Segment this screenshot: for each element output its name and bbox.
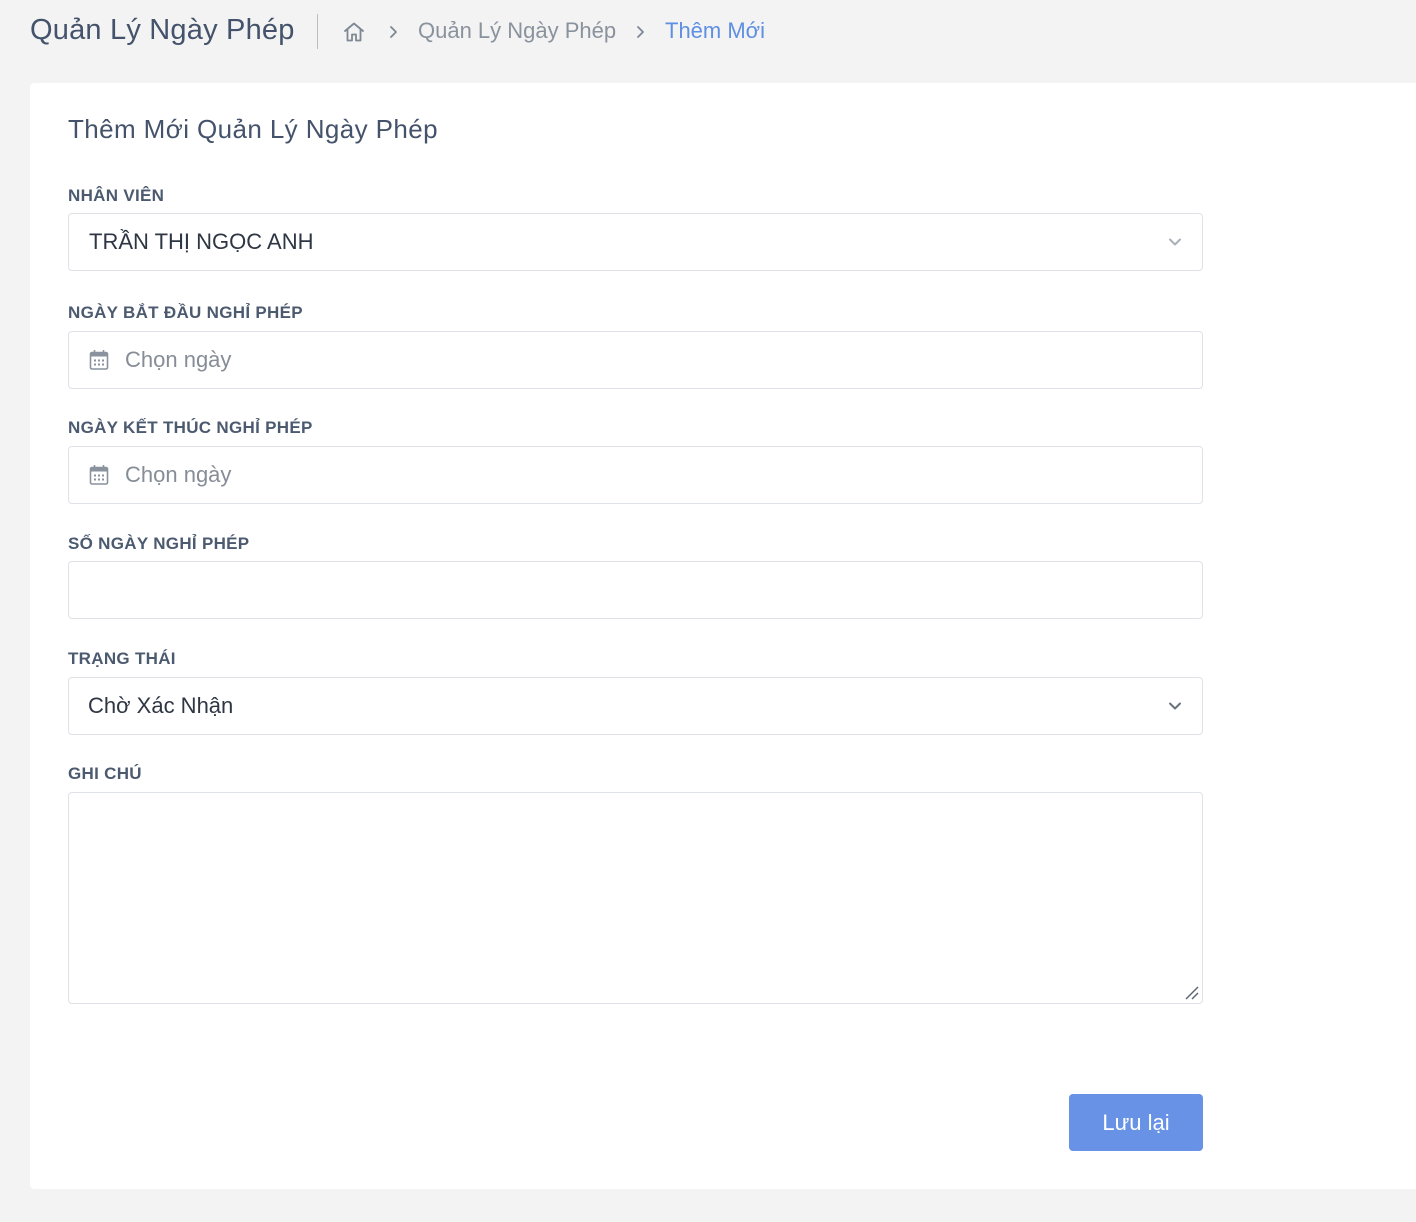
end-date-label: NGÀY KẾT THÚC NGHỈ PHÉP — [68, 418, 313, 437]
resize-handle-icon[interactable] — [1184, 985, 1200, 1001]
breadcrumb-item-list[interactable]: Quản Lý Ngày Phép — [418, 18, 616, 44]
form-card: Thêm Mới Quản Lý Ngày Phép NHÂN VIÊN TRẦ… — [30, 83, 1416, 1189]
employee-select-value: TRẦN THỊ NGỌC ANH — [89, 229, 314, 254]
calendar-icon — [89, 350, 109, 370]
note-textarea[interactable] — [68, 792, 1203, 1004]
start-date-label: NGÀY BẮT ĐẦU NGHỈ PHÉP — [68, 303, 303, 322]
start-date-placeholder: Chọn ngày — [125, 347, 232, 372]
chevron-right-icon — [637, 26, 644, 38]
start-date-picker[interactable]: Chọn ngày — [68, 331, 1203, 389]
calendar-icon — [89, 465, 109, 485]
home-icon[interactable] — [342, 20, 366, 44]
chevron-right-icon — [390, 26, 397, 38]
top-bar: Quản Lý Ngày Phép Quản Lý Ngày Phép Thêm… — [0, 0, 1416, 64]
status-select[interactable]: Chờ Xác Nhận — [68, 677, 1203, 735]
status-select-value: Chờ Xác Nhận — [88, 693, 234, 718]
chevron-down-icon — [1169, 702, 1181, 710]
employee-label: NHÂN VIÊN — [68, 186, 165, 205]
leave-days-label: SỐ NGÀY NGHỈ PHÉP — [68, 534, 250, 553]
end-date-picker[interactable]: Chọn ngày — [68, 446, 1203, 504]
note-label: GHI CHÚ — [68, 764, 142, 783]
save-button[interactable]: Lưu lại — [1069, 1094, 1203, 1151]
header-divider — [317, 14, 318, 49]
page-title: Quản Lý Ngày Phép — [30, 14, 295, 46]
end-date-placeholder: Chọn ngày — [125, 462, 232, 487]
breadcrumb-item-current: Thêm Mới — [665, 18, 765, 43]
form-title: Thêm Mới Quản Lý Ngày Phép — [68, 114, 438, 144]
status-label: TRẠNG THÁI — [68, 649, 176, 668]
employee-select[interactable]: TRẦN THỊ NGỌC ANH — [68, 213, 1203, 271]
chevron-down-icon — [1169, 238, 1181, 246]
leave-days-input[interactable] — [68, 561, 1203, 619]
